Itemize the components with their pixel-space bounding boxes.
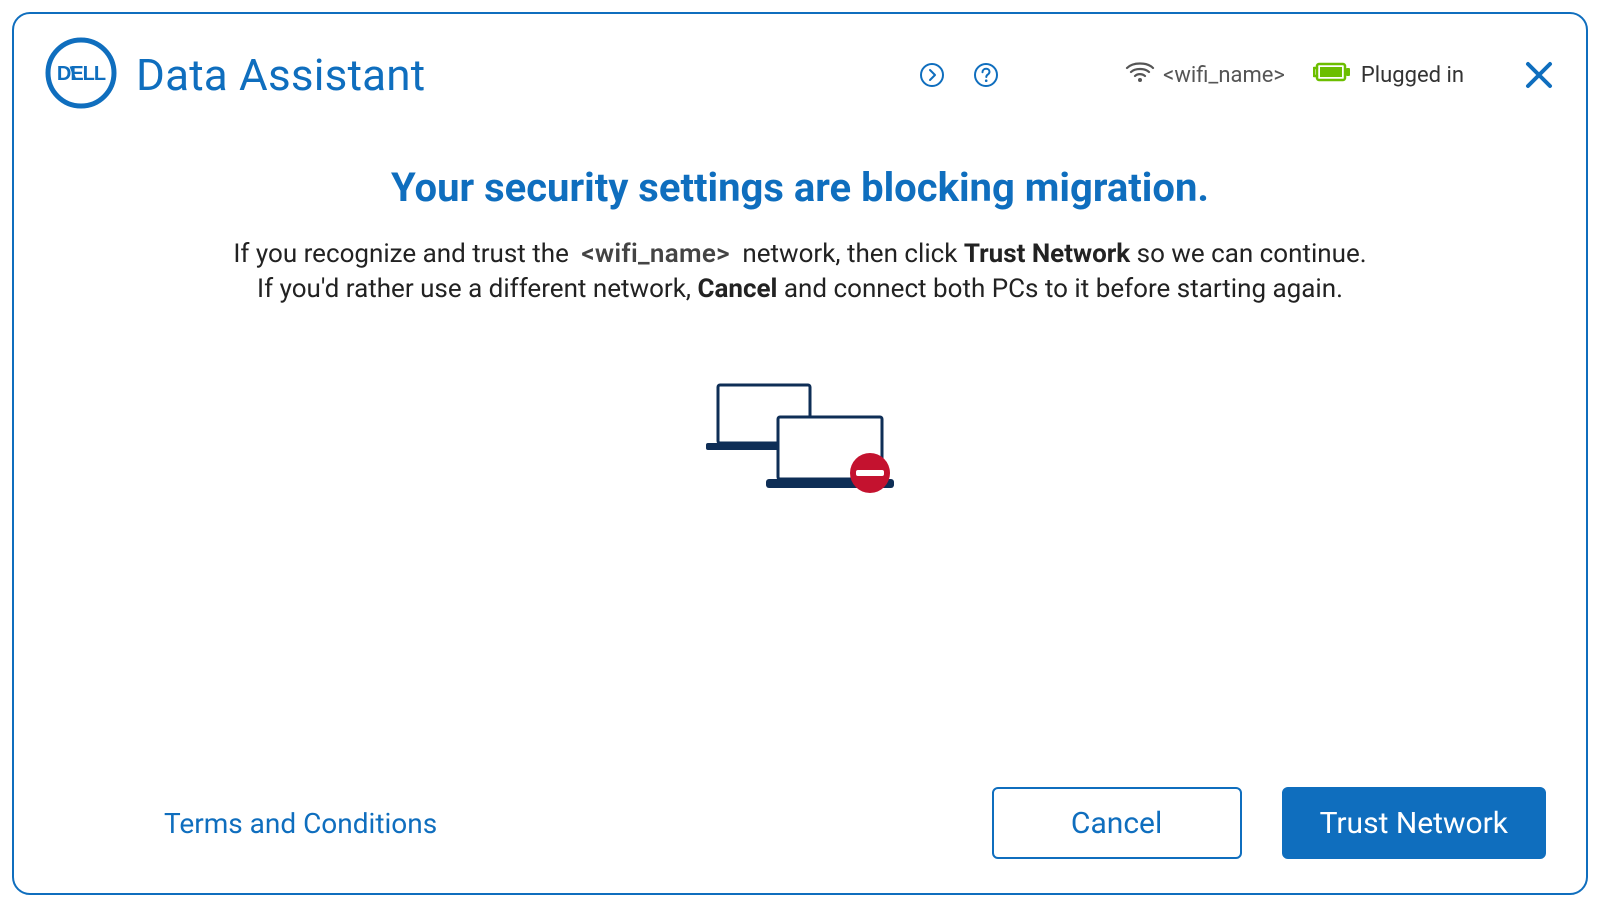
wifi-icon: [1125, 60, 1155, 90]
app-window: D​ELL Data Assistant: [12, 12, 1588, 895]
next-circle-icon[interactable]: [919, 62, 945, 88]
wifi-name-label: <wifi_name>: [1163, 63, 1285, 88]
main-content: Your security settings are blocking migr…: [14, 134, 1586, 773]
instruction-line2-a: If you'd rather use a different network,: [257, 274, 697, 304]
instruction-line1-a: If you recognize and trust the: [233, 239, 575, 269]
power-status: Plugged in: [1313, 61, 1464, 89]
header-status-cluster: <wifi_name> Plugged in: [919, 60, 1464, 90]
footer: Terms and Conditions Cancel Trust Networ…: [14, 773, 1586, 893]
svg-text:D​ELL: D​ELL: [57, 63, 106, 85]
logo-area: D​ELL Data Assistant: [44, 36, 425, 114]
close-icon[interactable]: [1522, 58, 1556, 92]
wifi-status: <wifi_name>: [1125, 60, 1285, 90]
instruction-line1-b: network, then click: [742, 239, 963, 269]
help-icon[interactable]: [973, 62, 999, 88]
instruction-cancel-bold: Cancel: [697, 274, 777, 304]
terms-and-conditions-link[interactable]: Terms and Conditions: [164, 807, 437, 840]
power-status-label: Plugged in: [1361, 63, 1464, 88]
instruction-wifi-name: <wifi_name>: [575, 239, 736, 269]
instruction-line2-b: and connect both PCs to it before starti…: [784, 274, 1343, 304]
instruction-line1-c: so we can continue.: [1137, 239, 1367, 269]
trust-network-button[interactable]: Trust Network: [1282, 787, 1546, 859]
page-title: Your security settings are blocking migr…: [74, 164, 1526, 211]
blocked-migration-illustration-icon: [74, 377, 1526, 507]
instruction-text: If you recognize and trust the <wifi_nam…: [210, 237, 1390, 307]
app-title: Data Assistant: [136, 49, 425, 101]
instruction-trust-bold: Trust Network: [964, 239, 1130, 269]
cancel-button[interactable]: Cancel: [992, 787, 1242, 859]
battery-plugged-icon: [1313, 61, 1353, 89]
dell-logo-icon: D​ELL: [44, 36, 118, 114]
header: D​ELL Data Assistant: [14, 14, 1586, 124]
